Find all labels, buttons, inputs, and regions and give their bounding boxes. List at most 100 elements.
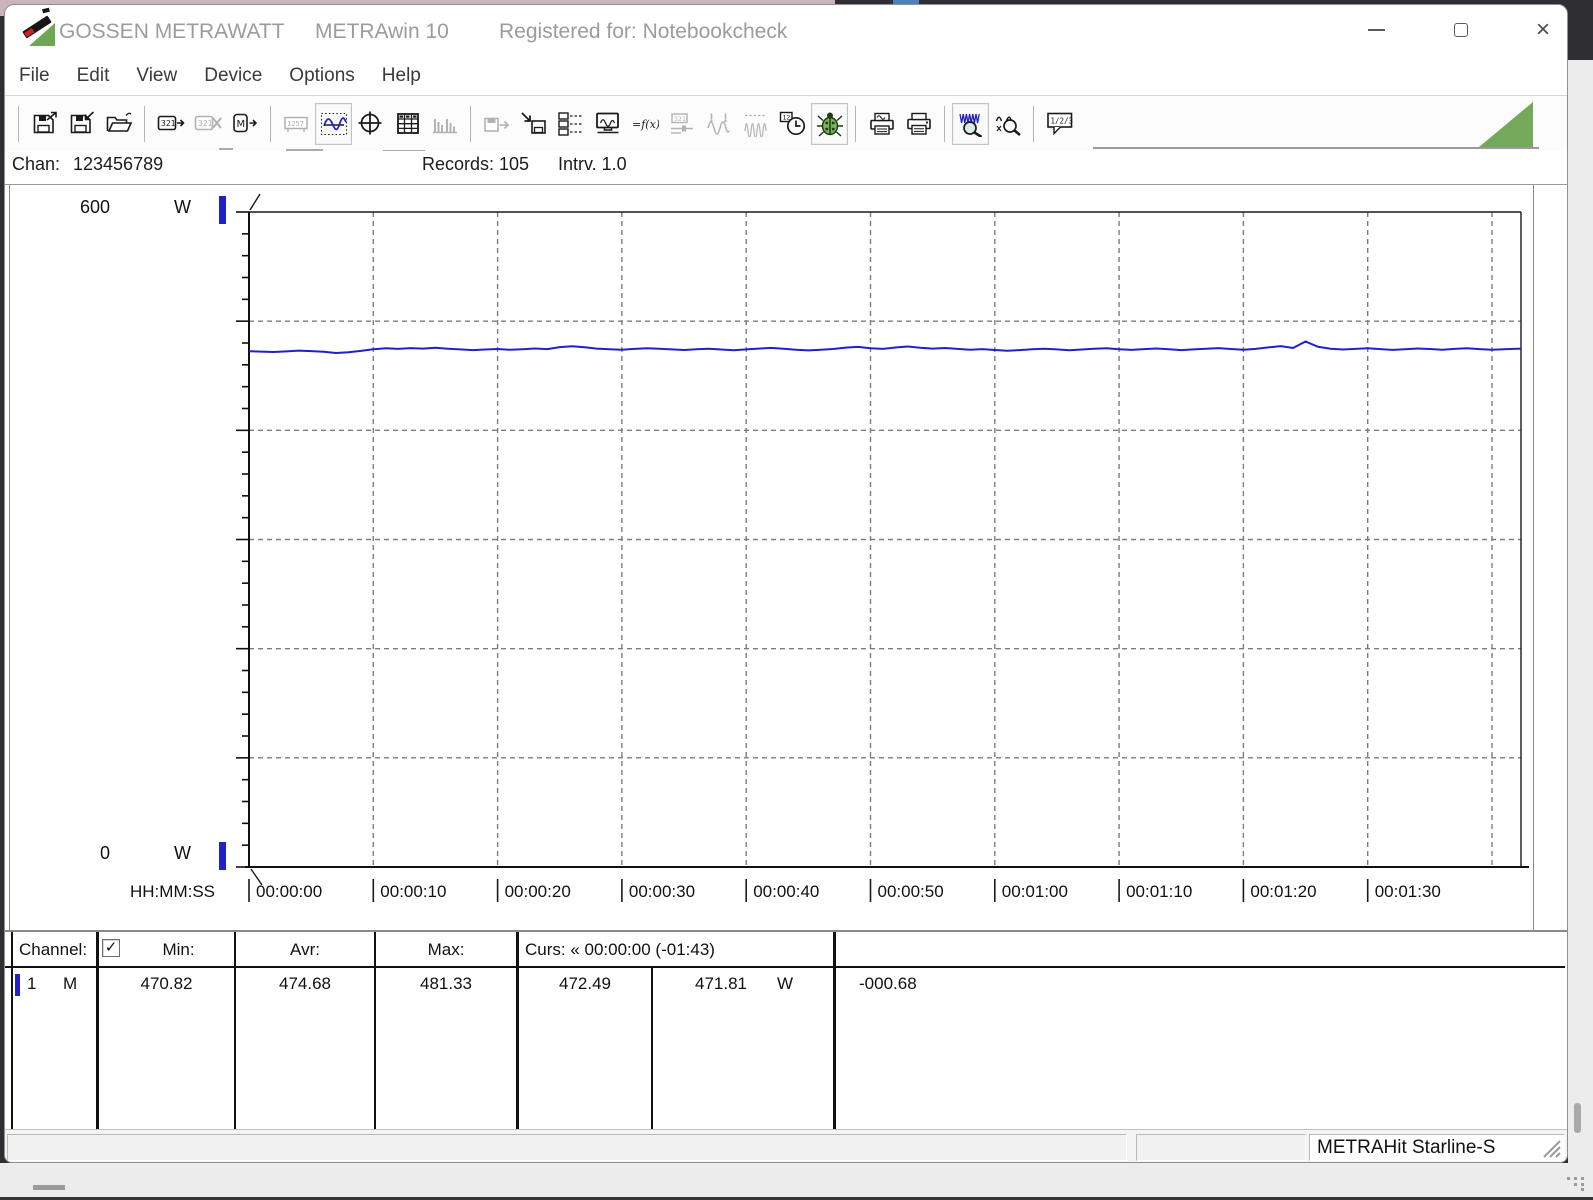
toolbar-separator [18,105,19,142]
gossen-metrawatt-logo-icon [22,7,57,48]
x-tick-label: 00:01:00 [1001,882,1068,901]
brand-title: GOSSEN METRAWATT [59,20,285,43]
row-cursor-b-value: 471.81 [695,974,747,993]
interval-value: Intrv. 1.0 [558,154,627,174]
row-min-value: 470.82 [140,974,193,993]
zoom-time-button[interactable] [952,102,989,145]
metrawin-window: GOSSEN METRAWATT METRAwin 10 Registered … [4,4,1568,1163]
menu-edit[interactable]: Edit [77,65,110,87]
x-tick-label: 00:00:30 [628,882,696,901]
import-button[interactable] [515,103,552,145]
svg-text:321: 321 [674,114,686,122]
x-tick-label: 00:01:20 [1250,882,1317,901]
background-window-strip [0,1163,1593,1197]
minimize-button[interactable] [1354,5,1398,55]
maximize-button[interactable] [1439,5,1483,55]
table-header-border [5,966,1565,968]
callout-icon: 1/2/3 [1046,112,1073,135]
y-range-marker-bottom[interactable] [219,842,226,870]
panel-border-segment [219,148,233,150]
menu-options[interactable]: Options [289,65,354,87]
device-read-button[interactable]: 321 [152,103,189,145]
sequence-button[interactable] [552,103,589,145]
channels-value: 123456789 [73,154,164,174]
toolbar-separator [470,105,471,142]
close-button[interactable]: × [1521,5,1565,55]
save-as-button[interactable] [63,103,100,145]
row-avr-value: 474.68 [279,974,331,993]
print-preview-button[interactable] [863,103,900,145]
header-avr: Avr: [290,940,320,959]
zoomwave-icon [958,113,982,137]
measurement-table: Channel: ✓ Min: Avr: Max: Curs: « 00:00:… [5,930,1567,1131]
records-count: Records: 105 [422,154,530,174]
histogram-view-button [426,103,463,145]
open-icon [106,112,132,132]
info-row: Chan: 123456789 Records: 105 Intrv. 1.0 [5,151,1567,184]
svg-text:1257: 1257 [287,120,304,128]
resize-grip[interactable] [1538,1135,1562,1159]
header-cursor: Curs: « 00:00:00 (-01:43) [525,940,715,959]
resize-dots [1567,1177,1584,1191]
formula-button[interactable]: =f(x) [626,103,663,145]
svg-text:=f(x): =f(x) [632,118,659,131]
display1257-icon: 1257 [283,116,308,132]
steps-icon [557,111,582,136]
open-button[interactable] [100,103,137,145]
svg-text:321: 321 [161,119,176,128]
channel-checkbox[interactable]: ✓ [102,939,120,957]
meter321x-icon: 321 [194,115,222,130]
x-tick-label: 00:00:50 [877,882,944,901]
close-icon: × [1535,16,1550,43]
crosshair-icon [358,111,381,134]
envelope-icon [743,114,767,137]
menu-file[interactable]: File [19,65,50,87]
chart-plot-area[interactable] [5,185,1568,931]
x-tick-label: 00:00:00 [256,882,323,901]
menu-bar: File Edit View Device Options Help [5,57,1567,95]
zoomarea-icon [995,116,1021,136]
online-display-button[interactable] [589,103,626,145]
toolbar-separator [144,105,145,142]
status-panel [1136,1134,1306,1161]
row-cursor-a-value: 472.49 [559,974,611,993]
menu-device[interactable]: Device [204,65,262,87]
toolbar-separator [1033,105,1034,142]
toolbar-underline [1093,147,1539,149]
power-data-line [248,340,1521,355]
y-axis-max-label: 600 [79,197,110,217]
channels-label: Chan: [12,154,61,174]
chart-icon [320,112,347,135]
saveas-icon [70,110,94,133]
table-border [96,932,99,1131]
status-panel-device: METRAHit Starline-S [1309,1134,1565,1161]
toolbar-separator [944,105,945,142]
save-button[interactable] [26,103,63,145]
background-strip-handle [33,1185,65,1190]
notes-button[interactable]: 1/2/3 [1041,103,1078,145]
row-channel-number: 1 [27,974,37,993]
chart-view-button[interactable] [315,102,352,145]
svg-text:M: M [236,119,245,130]
device-settings-button: 321 [663,103,700,145]
debug-button[interactable] [811,102,848,145]
menu-view[interactable]: View [136,65,177,87]
chart-panel: 600 W 0 W HH:MM:SS 00:00:00 00:00:10 00:00… [5,184,1568,931]
print-button[interactable] [900,103,937,145]
status-bar: METRAHit Starline-S [5,1129,1567,1162]
menu-help[interactable]: Help [382,65,421,87]
export-button [478,103,515,145]
header-channel: Channel: [19,940,88,959]
table-border [374,932,376,1131]
device-disconnect-button: 321 [189,103,226,145]
cursor-tool-button[interactable] [352,103,389,145]
zoom-window-button[interactable] [989,103,1026,145]
time-settings-button[interactable]: 12 [774,103,811,145]
table-view-button[interactable] [389,103,426,145]
bug-icon [816,112,843,137]
svg-text:321: 321 [198,119,213,128]
row-max-value: 481.33 [420,974,472,993]
table-border [651,968,653,1131]
y-range-marker-top[interactable] [219,196,226,224]
memory-read-button[interactable]: M [226,103,263,145]
